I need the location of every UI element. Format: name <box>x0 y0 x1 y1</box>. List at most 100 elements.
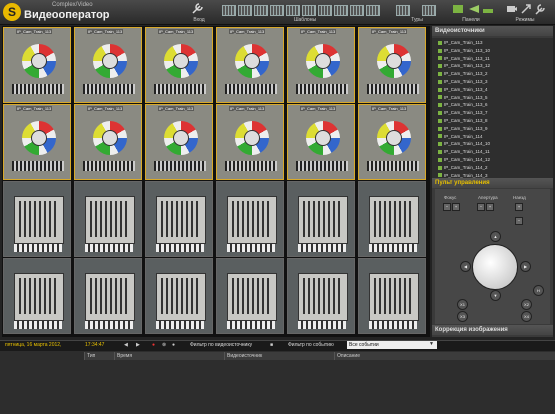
source-item[interactable]: IP_Cam_Train_113_7 <box>438 110 488 117</box>
info-icon[interactable]: ● <box>172 342 175 348</box>
col-description[interactable]: Описание <box>334 352 360 360</box>
camera-tile[interactable] <box>74 181 142 257</box>
camera-tile[interactable] <box>3 181 71 257</box>
camera-tile[interactable] <box>145 181 213 257</box>
camera-tile[interactable] <box>287 258 355 334</box>
source-item[interactable]: IP_Cam_Train_113_3 <box>438 79 488 86</box>
camera-tile[interactable] <box>358 258 426 334</box>
col-time[interactable]: Время <box>114 352 132 360</box>
focus-plus-button[interactable]: + <box>452 203 460 211</box>
home-button[interactable]: H <box>533 285 544 296</box>
clear-icon[interactable]: ⊗ <box>162 342 166 348</box>
camera-tile[interactable]: IP_Cam_Train_113 <box>287 27 355 103</box>
source-label: IP_Cam_Train_113_10 <box>444 47 491 53</box>
ptz-joystick[interactable] <box>472 244 518 290</box>
source-item[interactable]: IP_Cam_Train_113_4 <box>438 87 488 94</box>
zoom-minus-button[interactable]: − <box>515 217 523 225</box>
camera-label: IP_Cam_Train_113 <box>87 29 124 34</box>
source-item[interactable]: IP_Cam_Train_113 <box>438 40 483 47</box>
camera-tile[interactable]: IP_Cam_Train_113 <box>74 27 142 103</box>
camera-tile[interactable]: IP_Cam_Train_113 <box>145 27 213 103</box>
camera-tile[interactable]: IP_Cam_Train_113 <box>358 104 426 180</box>
layout-16-icon[interactable] <box>270 5 284 16</box>
camera-tile[interactable]: IP_Cam_Train_113 <box>74 104 142 180</box>
source-item[interactable]: IP_Cam_Train_114_10 <box>438 141 490 148</box>
camera-status-icon <box>438 111 442 115</box>
preset-x3-button[interactable]: X3 <box>457 311 468 322</box>
camera-tile[interactable] <box>145 258 213 334</box>
source-label: IP_Cam_Train_113_7 <box>444 110 488 116</box>
filter-video-checkbox[interactable]: ■ <box>270 342 273 348</box>
alert-icon[interactable]: ● <box>152 342 155 348</box>
panel-left-icon[interactable] <box>452 3 464 15</box>
camera-icon[interactable] <box>506 3 518 15</box>
preset-x2-button[interactable]: X2 <box>521 299 532 310</box>
camera-status-icon <box>438 56 442 61</box>
pan-down-button[interactable]: ▼ <box>490 290 501 301</box>
camera-tile[interactable] <box>74 258 142 334</box>
focus-minus-button[interactable]: − <box>443 203 451 211</box>
source-item[interactable]: IP_Cam_Train_113_9 <box>438 126 488 133</box>
layout-24-icon[interactable] <box>366 5 380 16</box>
test-chart-bars <box>296 84 348 94</box>
test-chart-disc <box>377 121 411 155</box>
camera-tile[interactable] <box>358 181 426 257</box>
test-chart-disc <box>22 121 56 155</box>
source-item[interactable]: IP_Cam_Train_113_6 <box>438 102 488 109</box>
pan-left-button[interactable]: ◀ <box>460 261 471 272</box>
layout-20-icon[interactable] <box>350 5 364 16</box>
correction-title[interactable]: Коррекция изображения <box>432 325 553 335</box>
source-item[interactable]: IP_Cam_Train_114_12 <box>438 157 490 164</box>
layout-9-icon[interactable] <box>254 5 268 16</box>
source-item[interactable]: IP_Cam_Train_113_2 <box>438 71 488 78</box>
preset-x1-button[interactable]: X1 <box>457 299 468 310</box>
layout-8-icon[interactable] <box>302 5 316 16</box>
layout-1-icon[interactable] <box>222 5 236 16</box>
source-item[interactable]: IP_Cam_Train_114 <box>438 134 483 141</box>
camera-tile[interactable] <box>216 258 284 334</box>
camera-tile[interactable]: IP_Cam_Train_113 <box>216 104 284 180</box>
col-type[interactable]: Тип <box>84 352 95 360</box>
source-item[interactable]: IP_Cam_Train_114_11 <box>438 149 490 156</box>
camera-tile[interactable] <box>287 181 355 257</box>
camera-label: IP_Cam_Train_113 <box>87 106 124 111</box>
chevron-down-icon[interactable]: ▼ <box>429 341 434 347</box>
pan-up-button[interactable]: ▲ <box>490 231 501 242</box>
test-board <box>298 273 348 321</box>
camera-tile[interactable]: IP_Cam_Train_113 <box>216 27 284 103</box>
tour-next-icon[interactable] <box>422 5 436 16</box>
panel-bottom-icon[interactable] <box>482 3 494 15</box>
arrow-icon[interactable] <box>520 3 532 15</box>
camera-tile[interactable] <box>3 258 71 334</box>
test-chart-bars <box>367 84 419 94</box>
aperture-plus-button[interactable]: + <box>486 203 494 211</box>
source-item[interactable]: IP_Cam_Train_113_5 <box>438 95 488 102</box>
layout-6-icon[interactable] <box>286 5 300 16</box>
next-event-button[interactable]: ▶ <box>136 342 140 348</box>
camera-tile[interactable] <box>216 181 284 257</box>
zoom-plus-button[interactable]: + <box>515 203 523 211</box>
source-item[interactable]: IP_Cam_Train_113_8 <box>438 118 488 125</box>
camera-tile[interactable]: IP_Cam_Train_113 <box>3 104 71 180</box>
layout-4-icon[interactable] <box>238 5 252 16</box>
col-source[interactable]: Видеоисточник <box>224 352 262 360</box>
source-item[interactable]: IP_Cam_Train_113_12 <box>438 63 490 70</box>
aperture-minus-button[interactable]: − <box>477 203 485 211</box>
layout-13-icon[interactable] <box>334 5 348 16</box>
source-item[interactable]: IP_Cam_Train_113_10 <box>438 48 490 55</box>
settings-wrench-icon[interactable] <box>534 3 546 15</box>
source-item[interactable]: IP_Cam_Train_114_2 <box>438 165 488 172</box>
source-item[interactable]: IP_Cam_Train_113_11 <box>438 56 490 63</box>
panel-right-icon[interactable] <box>468 3 480 15</box>
camera-tile[interactable]: IP_Cam_Train_113 <box>287 104 355 180</box>
pan-right-button[interactable]: ▶ <box>520 261 531 272</box>
layout-10-icon[interactable] <box>318 5 332 16</box>
entry-button[interactable]: Вход <box>180 1 218 23</box>
camera-tile[interactable]: IP_Cam_Train_113 <box>358 27 426 103</box>
camera-tile[interactable]: IP_Cam_Train_113 <box>3 27 71 103</box>
preset-x4-button[interactable]: X4 <box>521 311 532 322</box>
camera-tile[interactable]: IP_Cam_Train_113 <box>145 104 213 180</box>
event-filter-select[interactable]: Все событии <box>347 341 437 349</box>
prev-event-button[interactable]: ◀ <box>124 342 128 348</box>
tour-prev-icon[interactable] <box>396 5 410 16</box>
